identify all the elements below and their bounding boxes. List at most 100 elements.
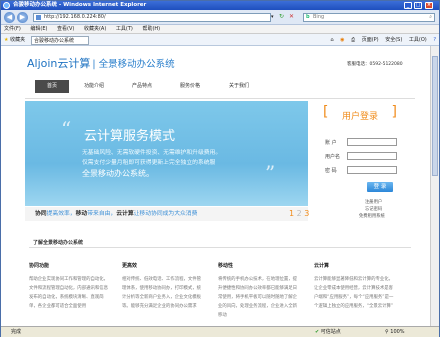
status-bar: 完成 ✔ 可信站点 ⚲ 100%	[1, 326, 439, 337]
bing-icon: b	[306, 14, 310, 20]
slogan-part-3: 移动	[75, 211, 88, 217]
nav-home[interactable]: 首页	[35, 80, 69, 93]
command-bar: ⌂ ◉ ⎙ 页面(P) 安全(S) 工具(O) ?	[325, 34, 436, 46]
feeds-icon[interactable]: ◉	[340, 37, 344, 43]
banner-slide[interactable]: “ 云计算服务模式 无基础风险、无需软硬件投资、无需维护和升级费用。 仅需支付少…	[25, 101, 308, 206]
banner-line-2: 仅需支付少量月租即可获得更新上完全独立的系统服	[82, 160, 216, 166]
address-bar: ◀ ▶ http://192.168.0.224:80/ ▾ ↻ ✕ b Bin…	[1, 10, 439, 25]
menu-tools[interactable]: 工具(T)	[116, 26, 133, 32]
star-icon: ★	[4, 37, 9, 43]
search-input[interactable]: b Bing ⌕	[303, 13, 435, 22]
account-label: 账 户	[325, 140, 337, 146]
menu-edit[interactable]: 编辑(E)	[30, 26, 47, 32]
address-input[interactable]: http://192.168.0.224:80/	[33, 13, 271, 22]
favorites-button[interactable]: ★ 收藏夹	[4, 34, 25, 46]
zoom-text: 100%	[390, 329, 405, 335]
feature-column-mobility: 移动性 将传统的手机办公技术，在地理位置，提升便捷性和协同办公效率都已能够满足日…	[218, 262, 298, 320]
zone-indicator[interactable]: ✔ 可信站点	[315, 327, 341, 337]
password-row: 密 码	[325, 166, 397, 174]
scroll-thumb[interactable]	[432, 56, 438, 176]
column-title: 云计算	[314, 263, 330, 269]
forward-button[interactable]: ▶	[17, 12, 28, 23]
register-link[interactable]: 注册用户	[365, 199, 382, 205]
slogan-part-2: 提高效率，	[46, 211, 76, 217]
menu-file[interactable]: 文件(F)	[4, 26, 21, 32]
login-button[interactable]: 登 录	[367, 182, 393, 192]
dropdown-icon[interactable]: ▾	[271, 14, 274, 20]
pager-1[interactable]: 1	[289, 209, 294, 218]
password-label: 密 码	[325, 168, 337, 174]
favorites-label: 收藏夹	[10, 37, 26, 43]
account-row: 账 户	[325, 138, 397, 146]
logo-brand: Aljoin云计算	[27, 57, 91, 70]
title-bar: 合骏移动办公系统 - Windows Internet Explorer _ □…	[1, 1, 439, 10]
section-title: 了解全景移动办公系统	[33, 240, 84, 246]
banner-line-1: 无基础风险、无需软硬件投资、无需维护和升级费用。	[82, 150, 222, 156]
address-controls: ▾ ↻ ✕	[271, 13, 301, 22]
tab-label: 合骏移动办公系统	[34, 38, 75, 44]
maximize-button[interactable]: □	[414, 2, 422, 9]
banner-pager: 1 2 3	[289, 207, 309, 221]
close-button[interactable]: ×	[425, 2, 433, 9]
vertical-scrollbar[interactable]	[430, 46, 439, 326]
print-icon[interactable]: ⎙	[351, 37, 355, 43]
tools-menu[interactable]: 工具(O)	[409, 37, 427, 43]
stop-icon[interactable]: ✕	[289, 13, 294, 20]
check-icon: ✔	[315, 329, 320, 335]
account-input[interactable]	[347, 138, 397, 146]
page-content: Aljoin云计算 | 全景移动办公系统 客服电话：0592-5122080 首页…	[1, 46, 439, 326]
banner-slogan: 协同提高效率，移动带来自由，云计算让移动协同成为大众消费	[25, 207, 308, 221]
slogan-part-1: 协同	[35, 211, 47, 217]
slogan-part-6: 让移动协同成为大众消费	[133, 211, 198, 217]
column-title: 更高效	[122, 263, 138, 269]
menu-view[interactable]: 查看(V)	[57, 26, 74, 32]
address-text: http://192.168.0.224:80/	[44, 14, 106, 20]
username-input[interactable]	[347, 152, 397, 160]
logo-sub: | 全景移动办公系统	[92, 59, 175, 70]
site-header: Aljoin云计算 | 全景移动办公系统 客服电话：0592-5122080	[1, 46, 439, 82]
slogan-part-4: 带来自由，	[87, 211, 117, 217]
menu-favorites[interactable]: 收藏夹(A)	[84, 26, 106, 32]
banner-title: 云计算服务模式	[84, 129, 176, 144]
free-trial-link[interactable]: 免费租用系统	[359, 213, 385, 219]
login-title-text: 用户登录	[341, 112, 378, 122]
feature-column-collab: 协同功能 帮助企业实现协同工作和管理的自动化，文件和流程管理自动化，内部通讯和信…	[29, 262, 109, 311]
zoom-indicator[interactable]: ⚲ 100%	[385, 327, 405, 337]
quote-close-icon: ”	[265, 161, 276, 185]
refresh-icon[interactable]: ↻	[279, 13, 284, 20]
pager-2[interactable]: 2	[297, 209, 302, 218]
nav-features[interactable]: 功能介绍	[77, 80, 111, 93]
column-text: 将传统的手机办公技术，在地理位置，提升便捷性和协同办公效率都已能够满足日常使用，…	[218, 277, 298, 318]
feature-column-cloud: 云计算 云计算能够显著降低和云计算的专业化，让企业零成本使用经营，云计算技术是客…	[314, 262, 394, 311]
page-icon	[36, 15, 41, 20]
site-logo[interactable]: Aljoin云计算 | 全景移动办公系统	[27, 55, 175, 71]
browser-tab[interactable]: 合骏移动办公系统	[31, 36, 89, 45]
site-nav: 首页 功能介绍 产品特点 服务价格 关于我们	[25, 80, 415, 94]
page-menu[interactable]: 页面(P)	[362, 37, 379, 43]
pager-3[interactable]: 3	[304, 209, 309, 218]
column-text: 帮助企业实现协同工作和管理的自动化，文件和流程管理自动化，内部通讯和信息发布的自…	[29, 277, 109, 309]
minimize-button[interactable]: _	[404, 2, 412, 9]
safety-menu[interactable]: 安全(S)	[385, 37, 402, 43]
forgot-password-link[interactable]: 忘记密码	[365, 206, 382, 212]
column-text: 相对传统、低效电话、工作流程，文件管理体系，使用移动协同办，打印模式，统计分析等…	[122, 277, 202, 309]
slogan-part-5: 云计算	[116, 211, 134, 217]
username-label: 用户名	[325, 154, 341, 160]
menu-bar: 文件(F) 编辑(E) 查看(V) 收藏夹(A) 工具(T) 帮助(H)	[1, 25, 439, 34]
hotline-text: 客服电话：0592-5122080	[347, 62, 403, 67]
ie-icon	[3, 2, 10, 9]
banner: “ 云计算服务模式 无基础风险、无需软硬件投资、无需维护和升级费用。 仅需支付少…	[25, 98, 415, 226]
zoom-icon: ⚲	[385, 329, 389, 335]
home-icon[interactable]: ⌂	[330, 37, 333, 43]
column-title: 移动性	[218, 263, 234, 269]
password-input[interactable]	[347, 166, 397, 174]
nav-pricing[interactable]: 服务价格	[173, 80, 207, 93]
menu-help[interactable]: 帮助(H)	[142, 26, 160, 32]
window-title: 合骏移动办公系统 - Windows Internet Explorer	[13, 2, 147, 8]
search-icon[interactable]: ⌕	[429, 14, 432, 21]
banner-line-3: 全景移动办公系统。	[82, 169, 154, 178]
nav-about[interactable]: 关于我们	[222, 80, 256, 93]
nav-highlights[interactable]: 产品特点	[125, 80, 159, 93]
help-icon[interactable]: ?	[433, 37, 436, 43]
back-button[interactable]: ◀	[4, 12, 15, 23]
